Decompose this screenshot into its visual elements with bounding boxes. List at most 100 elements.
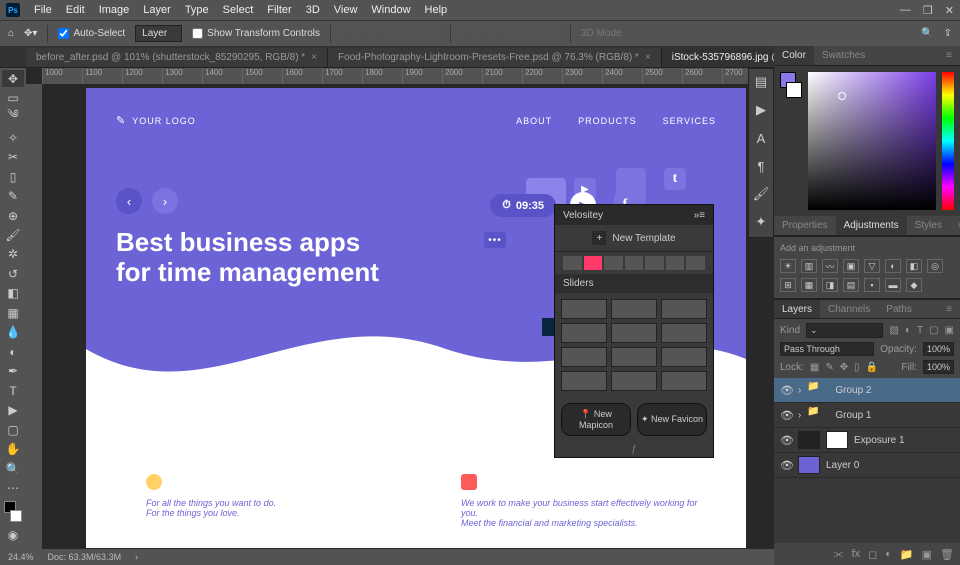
levels-adj-icon[interactable]: ▥: [801, 259, 817, 273]
exposure-adj-icon[interactable]: ▣: [843, 259, 859, 273]
menu-filter[interactable]: Filter: [261, 2, 297, 18]
distribute-buttons[interactable]: [461, 27, 560, 41]
visibility-icon[interactable]: 👁: [780, 409, 792, 422]
slider-preset[interactable]: [611, 323, 657, 343]
eraser-tool[interactable]: ◧: [2, 285, 24, 302]
filter-pixel-icon[interactable]: ▧: [889, 325, 898, 336]
window-close-icon[interactable]: ✕: [945, 4, 954, 17]
slider-preset[interactable]: [661, 347, 707, 367]
menu-help[interactable]: Help: [419, 2, 454, 18]
styles-tab[interactable]: Styles: [907, 216, 950, 235]
edit-toolbar[interactable]: ⋯: [2, 479, 24, 496]
menu-3d[interactable]: 3D: [300, 2, 326, 18]
adjustments-tab[interactable]: Adjustments: [836, 216, 907, 235]
doc-size[interactable]: Doc: 63.3M/63.3M: [48, 552, 122, 562]
visibility-icon[interactable]: 👁: [780, 459, 792, 472]
layer-row[interactable]: 👁›📁Group 1: [774, 403, 960, 428]
new-fill-adj-icon[interactable]: ◐: [885, 548, 892, 560]
filter-kind[interactable]: ⌄: [806, 323, 883, 338]
photo-filter-adj-icon[interactable]: ◎: [927, 259, 943, 273]
hue-adj-icon[interactable]: ◐: [885, 259, 901, 273]
new-layer-icon[interactable]: ▣: [922, 548, 932, 561]
zoom-tool[interactable]: 🔍: [2, 460, 24, 477]
panel-menu-icon[interactable]: ≡: [938, 46, 960, 65]
color-field[interactable]: [808, 72, 936, 210]
layer-row[interactable]: 👁›📁Group 2: [774, 378, 960, 403]
filter-adj-icon[interactable]: ◐: [905, 325, 911, 336]
link-layers-icon[interactable]: ⫘: [834, 548, 844, 561]
curves-adj-icon[interactable]: 〰: [822, 259, 838, 273]
fx-icon[interactable]: fx: [852, 548, 861, 560]
panel-menu-icon[interactable]: ≡: [938, 300, 960, 318]
properties-tab[interactable]: Properties: [774, 216, 836, 235]
panel-grip-icon[interactable]: ƒ: [555, 442, 713, 457]
new-favicon-button[interactable]: ✦ New Favicon: [637, 403, 707, 436]
status-chevron-icon[interactable]: ›: [135, 552, 138, 562]
hue-slider[interactable]: [942, 72, 954, 210]
doc-tab-2[interactable]: Food-Photography-Lightroom-Presets-Free.…: [328, 48, 662, 67]
home-icon[interactable]: ⌂: [8, 28, 14, 39]
hand-tool[interactable]: ✋: [2, 440, 24, 457]
lock-all-icon[interactable]: 🔒: [866, 362, 878, 373]
channels-tab[interactable]: Channels: [820, 300, 878, 318]
window-minimize-icon[interactable]: —: [900, 4, 911, 17]
panel-menu-icon[interactable]: »≡: [694, 210, 705, 221]
gradient-map-adj-icon[interactable]: ▬: [885, 278, 901, 292]
char-panel-icon[interactable]: A: [752, 129, 770, 147]
lock-brush-icon[interactable]: ✎: [825, 362, 833, 373]
layer-row[interactable]: 👁Layer 0: [774, 453, 960, 478]
align-buttons[interactable]: [341, 27, 440, 41]
auto-select-checkbox[interactable]: Auto-Select: [58, 28, 125, 39]
delete-layer-icon[interactable]: 🗑: [940, 548, 954, 561]
posterize-adj-icon[interactable]: ▤: [843, 278, 859, 292]
path-select-tool[interactable]: ▶: [2, 402, 24, 419]
add-mask-icon[interactable]: ◻: [868, 548, 877, 561]
slider-preset[interactable]: [561, 371, 607, 391]
new-template-button[interactable]: +New Template: [555, 225, 713, 252]
share-icon[interactable]: ⇪: [944, 28, 952, 39]
new-mapicon-button[interactable]: 📍 New Mapicon: [561, 403, 631, 436]
actions-panel-icon[interactable]: ▶: [752, 101, 770, 119]
history-panel-icon[interactable]: ▤: [752, 73, 770, 91]
layer-row[interactable]: 👁Exposure 1: [774, 428, 960, 453]
menu-window[interactable]: Window: [365, 2, 416, 18]
selective-color-adj-icon[interactable]: ◆: [906, 278, 922, 292]
slider-preset[interactable]: [611, 371, 657, 391]
background-swatch[interactable]: [786, 82, 802, 98]
slider-preset[interactable]: [661, 299, 707, 319]
eyedropper-tool[interactable]: ✎: [2, 187, 24, 204]
slider-preset[interactable]: [611, 299, 657, 319]
brush-tool[interactable]: 🖌: [2, 226, 24, 243]
window-restore-icon[interactable]: ❐: [923, 4, 933, 17]
slider-preset[interactable]: [561, 299, 607, 319]
menu-edit[interactable]: Edit: [60, 2, 91, 18]
move-tool-icon[interactable]: ✥▾: [24, 28, 37, 39]
layers-tab[interactable]: Layers: [774, 300, 820, 318]
crop-tool[interactable]: ✂: [2, 148, 24, 165]
slider-preset[interactable]: [561, 347, 607, 367]
ruler-vertical[interactable]: [26, 84, 42, 549]
blur-tool[interactable]: 💧: [2, 324, 24, 341]
slider-preset[interactable]: [661, 371, 707, 391]
visibility-icon[interactable]: 👁: [780, 384, 792, 397]
panel-menu-icon[interactable]: ≡: [950, 216, 960, 235]
info-panel-icon[interactable]: ✦: [752, 213, 770, 231]
wand-tool[interactable]: ✧: [2, 129, 24, 146]
shape-tool[interactable]: ▢: [2, 421, 24, 438]
close-tab-icon[interactable]: ×: [311, 52, 317, 63]
visibility-icon[interactable]: 👁: [780, 434, 792, 447]
swatches-tab[interactable]: Swatches: [814, 46, 873, 65]
brightness-adj-icon[interactable]: ☀: [780, 259, 796, 273]
paths-tab[interactable]: Paths: [878, 300, 920, 318]
chevron-right-icon[interactable]: ›: [798, 410, 801, 421]
search-icon[interactable]: 🔍: [921, 28, 933, 39]
channel-mixer-adj-icon[interactable]: ⊞: [780, 278, 796, 292]
fill-input[interactable]: 100%: [923, 360, 954, 374]
close-tab-icon[interactable]: ×: [645, 52, 651, 63]
type-tool[interactable]: T: [2, 382, 24, 399]
blend-mode-select[interactable]: Pass Through: [780, 342, 874, 356]
filter-smart-icon[interactable]: ▣: [945, 325, 954, 336]
history-brush-tool[interactable]: ↺: [2, 265, 24, 282]
lock-artboard-icon[interactable]: ▯: [854, 362, 860, 373]
dodge-tool[interactable]: ◐: [2, 343, 24, 360]
